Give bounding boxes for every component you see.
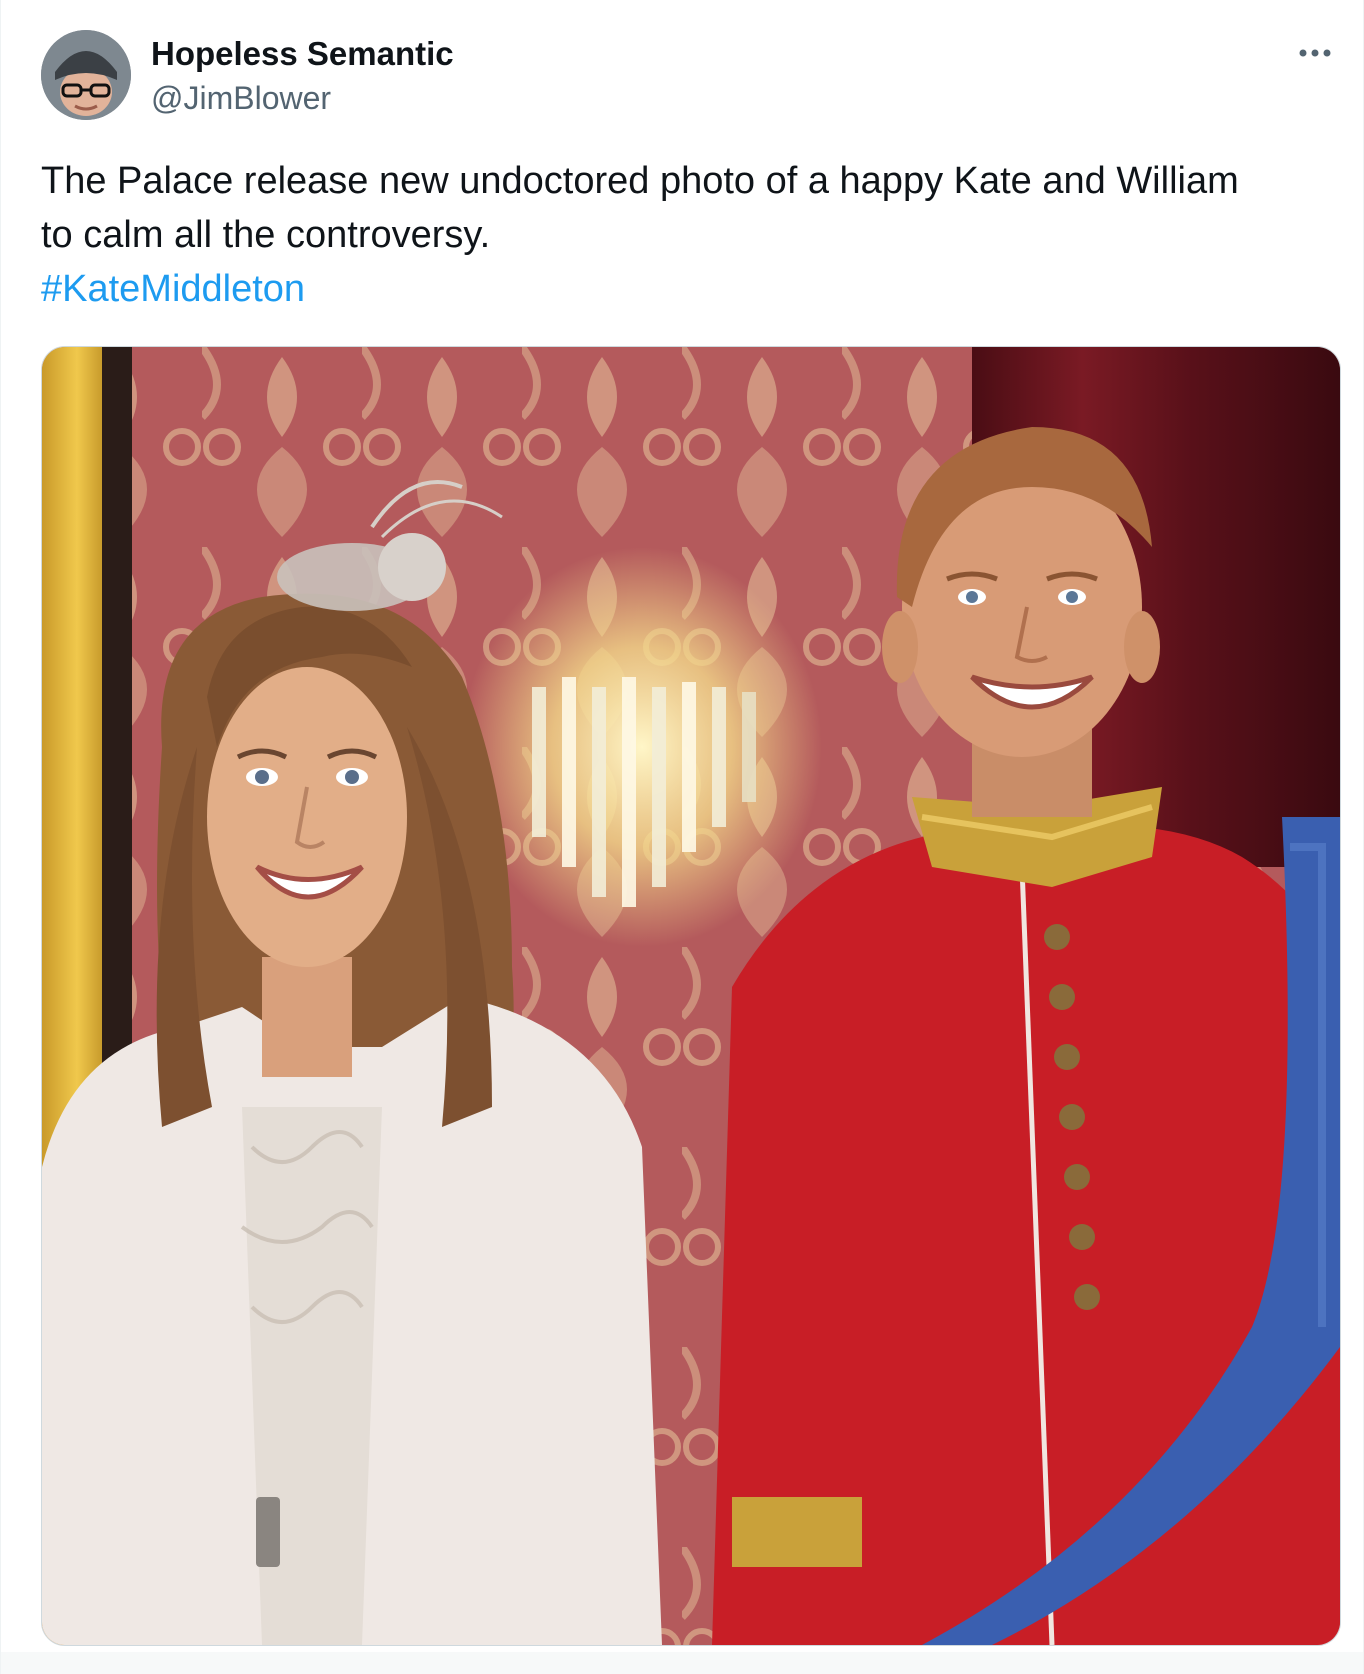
photo-image — [42, 347, 1340, 1645]
more-options-button[interactable] — [1291, 36, 1339, 70]
author-handle[interactable]: @JimBlower — [151, 76, 454, 120]
tweet-photo[interactable] — [41, 346, 1341, 1646]
tweet-text: The Palace release new undoctored photo … — [41, 154, 1331, 316]
more-horizontal-icon — [1299, 49, 1331, 57]
tweet-text-line: to calm all the controversy. — [41, 214, 491, 256]
tweet-text-line: The Palace release new undoctored photo … — [41, 160, 1239, 202]
author-names: Hopeless Semantic @JimBlower — [151, 32, 454, 120]
author-display-name[interactable]: Hopeless Semantic — [151, 32, 454, 76]
tweet-header: Hopeless Semantic @JimBlower — [41, 30, 1339, 122]
bottom-divider — [1, 1652, 1363, 1674]
avatar-image — [41, 30, 131, 120]
user-avatar[interactable] — [41, 30, 131, 120]
hashtag-link[interactable]: #KateMiddleton — [41, 262, 1331, 316]
tweet-card: Hopeless Semantic @JimBlower The Palace … — [0, 0, 1364, 1674]
